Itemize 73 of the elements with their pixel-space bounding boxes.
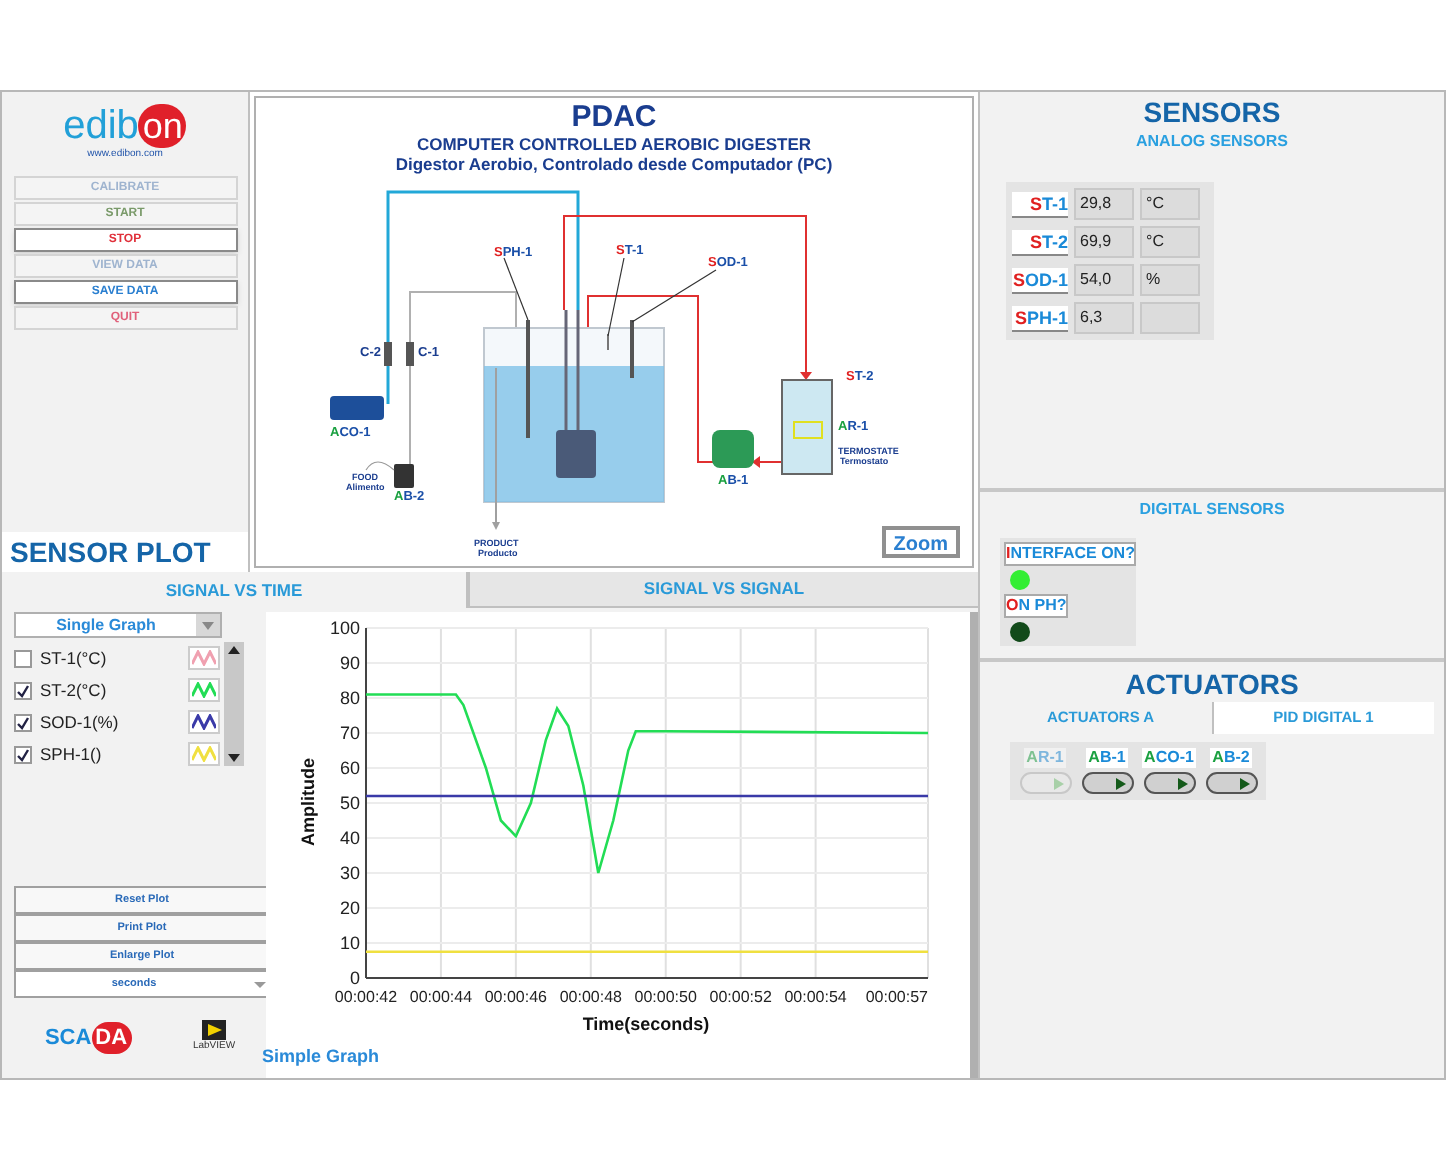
x-tick-label: 00:00:52 <box>709 988 772 1006</box>
check-icon <box>16 683 30 697</box>
y-tick-label: 60 <box>339 758 360 778</box>
y-tick-label: 50 <box>339 793 360 813</box>
graph-mode-dropdown[interactable]: Single Graph <box>14 612 222 638</box>
y-tick-label: 70 <box>339 723 360 743</box>
scroll-up-icon <box>226 642 242 658</box>
logo-badge: on <box>138 104 187 148</box>
sensor-value: 6,3 <box>1074 302 1134 334</box>
panel-subtitle: DIGITAL SENSORS <box>1137 498 1287 522</box>
y-tick-label: 0 <box>349 968 360 988</box>
sensor-name[interactable]: ST-2 <box>1012 229 1068 255</box>
y-tick-label: 90 <box>339 653 360 673</box>
y-tick-label: 20 <box>339 898 360 918</box>
actuator-button[interactable] <box>1143 772 1195 794</box>
y-tick-label: 40 <box>339 828 360 848</box>
sensor-unit: °C <box>1140 188 1200 220</box>
sensor-unit: % <box>1140 264 1200 296</box>
legend-checkbox[interactable] <box>14 649 32 667</box>
actuator-button[interactable] <box>1081 772 1133 794</box>
digital-sensor-label: ON PH? <box>1004 594 1069 618</box>
sensor-name[interactable]: ST-1 <box>1012 191 1068 217</box>
sensor-name[interactable]: SOD-1 <box>1012 267 1068 293</box>
y-axis-label: Amplitude <box>298 758 318 846</box>
diagram-title: PDAC <box>571 102 657 134</box>
actuator-label: AB-2 <box>1210 748 1252 768</box>
digital-sensor-label: INTERFACE ON? <box>1004 542 1137 566</box>
actuator-label: AB-1 <box>1086 748 1128 768</box>
check-icon <box>16 747 30 761</box>
x-tick-label: 00:00:54 <box>784 988 847 1006</box>
legend-checkbox[interactable] <box>14 745 32 763</box>
y-tick-label: 80 <box>339 688 360 708</box>
sensor-value: 54,0 <box>1074 264 1134 296</box>
zoom-button[interactable]: Zoom <box>881 526 960 558</box>
actuator-label: ACO-1 <box>1142 748 1196 768</box>
labview-logo-icon <box>202 1020 226 1041</box>
logo-wordmark: edib <box>63 104 139 148</box>
panel-title: ACTUATORS <box>1123 666 1301 702</box>
actuator-button[interactable] <box>1205 772 1257 794</box>
plot-tab[interactable]: SIGNAL VS SIGNAL <box>466 572 978 608</box>
y-tick-label: 10 <box>339 933 360 953</box>
x-tick-label: 00:00:44 <box>409 988 473 1006</box>
x-tick-label: 00:00:57 <box>865 988 928 1006</box>
legend-checkbox[interactable] <box>14 681 32 699</box>
x-tick-label: 00:00:46 <box>484 988 547 1006</box>
scroll-down-icon <box>226 750 242 766</box>
sensor-value: 69,9 <box>1074 226 1134 258</box>
x-tick-label: 00:00:42 <box>334 988 398 1006</box>
panel-subtitle: ANALOG SENSORS <box>1133 130 1290 154</box>
sensor-unit <box>1140 302 1200 334</box>
scada-logo-badge: DA <box>91 1021 132 1055</box>
actuator-label: AR-1 <box>1024 748 1066 768</box>
scrollbar[interactable] <box>224 642 244 766</box>
diagram-subtitle: COMPUTER CONTROLLED AEROBIC DIGESTER <box>416 134 812 154</box>
legend-label: SOD-1(%) <box>40 709 121 735</box>
legend-label: ST-1(°C) <box>40 645 109 671</box>
x-tick-label: 00:00:50 <box>634 988 697 1006</box>
x-tick-label: 00:00:48 <box>559 988 622 1006</box>
sensor-unit: °C <box>1140 226 1200 258</box>
check-icon <box>16 715 30 729</box>
sensor-name[interactable]: SPH-1 <box>1012 305 1068 331</box>
legend-label: SPH-1() <box>40 741 104 767</box>
diagram-subtitle: Digestor Aerobio, Controlado desde Computador (PC) <box>395 154 833 174</box>
section-title: SENSOR PLOT <box>2 532 248 572</box>
scada-logo-text: SCA <box>44 1023 92 1054</box>
y-tick-label: 30 <box>339 863 360 883</box>
legend-checkbox[interactable] <box>14 713 32 731</box>
y-tick-label: 100 <box>329 618 360 638</box>
panel-title: SENSORS <box>1141 94 1283 130</box>
sensor-value: 29,8 <box>1074 188 1134 220</box>
legend-label: ST-2(°C) <box>40 677 109 703</box>
graph-name: Simple Graph <box>262 1043 380 1070</box>
x-axis-label: Time(seconds) <box>582 1014 710 1034</box>
